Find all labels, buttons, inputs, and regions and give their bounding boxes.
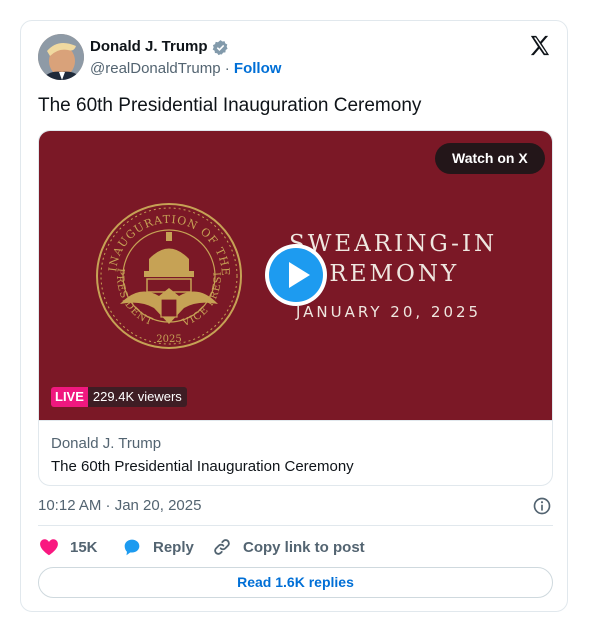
- read-replies-button[interactable]: Read 1.6K replies: [38, 567, 553, 598]
- live-indicator: LIVE 229.4K viewers: [51, 387, 187, 407]
- media-card[interactable]: Watch on X INAUGURATION OF THE PRESIDENT…: [38, 130, 553, 486]
- seal-year: 2025: [156, 334, 181, 345]
- watch-on-x-button[interactable]: Watch on X: [435, 143, 545, 174]
- like-button[interactable]: 15K: [38, 536, 98, 558]
- viewer-count: 229.4K viewers: [87, 387, 187, 407]
- seal-left-text: PRESIDENT AND: [94, 196, 157, 329]
- reply-label: Reply: [153, 538, 194, 556]
- media-card-footer[interactable]: Donald J. Trump The 60th Presidential In…: [39, 420, 552, 485]
- play-button-icon[interactable]: [264, 243, 328, 307]
- avatar[interactable]: [38, 34, 84, 80]
- tweet-timestamp[interactable]: 10:12 AM · Jan 20, 2025: [38, 497, 201, 514]
- heart-icon: [40, 539, 58, 556]
- card-title: The 60th Presidential Inauguration Cerem…: [51, 458, 354, 475]
- reply-bubble-icon: [124, 539, 140, 556]
- video-thumbnail[interactable]: Watch on X INAUGURATION OF THE PRESIDENT…: [39, 131, 552, 420]
- info-icon[interactable]: [532, 496, 552, 516]
- card-author: Donald J. Trump: [51, 435, 162, 452]
- author-handle[interactable]: @realDonaldTrump: [90, 60, 221, 77]
- svg-text:PRESIDENT AND: PRESIDENT AND: [94, 196, 158, 329]
- follow-link[interactable]: Follow: [234, 60, 282, 77]
- copy-link-button[interactable]: Copy link to post: [211, 536, 365, 558]
- inauguration-seal-image: INAUGURATION OF THE PRESIDENT AND VICE P…: [94, 196, 242, 349]
- verified-badge-icon: [212, 40, 228, 56]
- like-count: 15K: [70, 538, 98, 556]
- copy-link-label: Copy link to post: [243, 538, 365, 556]
- link-icon: [214, 539, 230, 555]
- divider: [38, 525, 553, 526]
- reply-button[interactable]: Reply: [121, 536, 194, 558]
- handle-separator: ·: [224, 60, 230, 77]
- tweet-embed-card: Donald J. Trump @realDonaldTrump · Follo…: [20, 20, 568, 612]
- x-logo-icon[interactable]: [528, 34, 551, 57]
- author-name[interactable]: Donald J. Trump: [90, 38, 208, 55]
- tweet-text: The 60th Presidential Inauguration Cerem…: [38, 95, 422, 116]
- handle-row: @realDonaldTrump · Follow: [90, 60, 281, 77]
- live-badge: LIVE: [51, 387, 88, 407]
